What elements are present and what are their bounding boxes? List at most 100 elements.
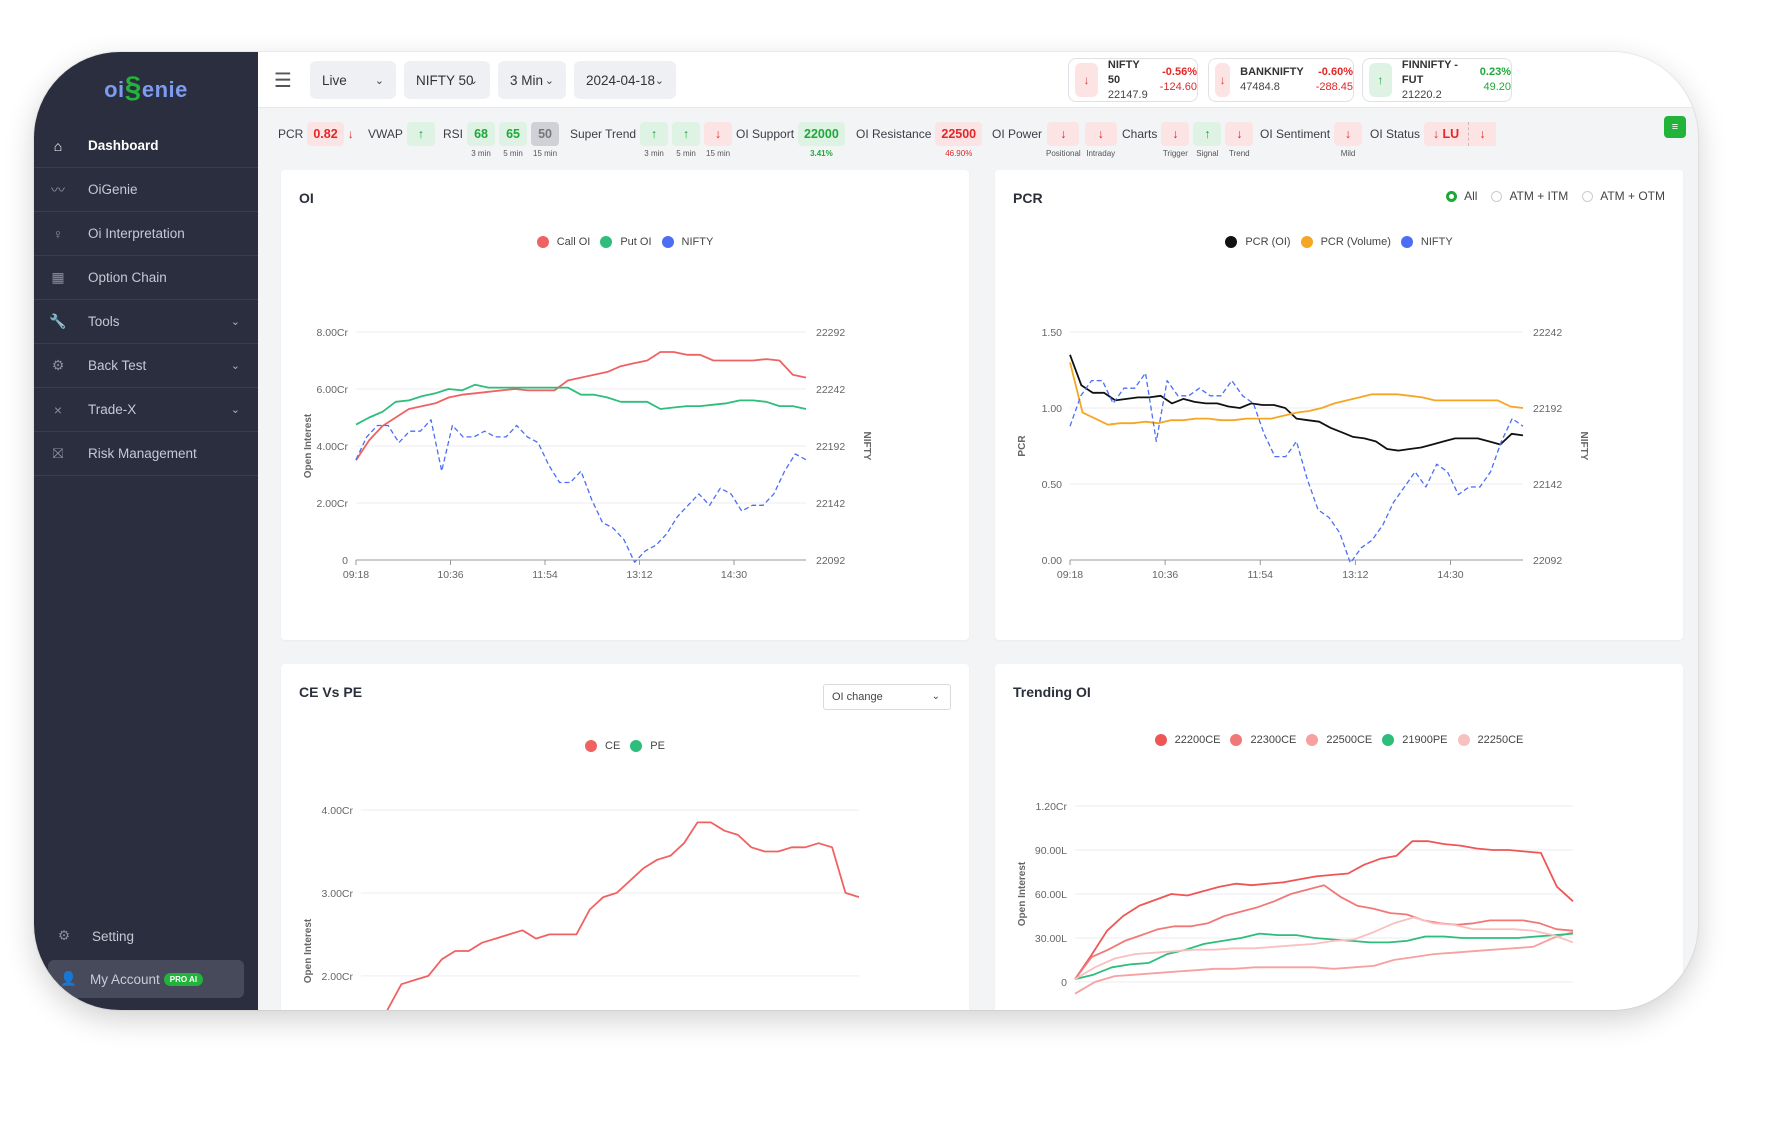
indicator-label: PCR [278, 127, 304, 141]
chevron-down-icon: ⌄ [230, 316, 240, 328]
series-line-22200ce[interactable] [1074, 840, 1574, 980]
ticker-change: -288.45 [1315, 81, 1353, 93]
ticker-card[interactable]: ↑ FINNIFTY - FUT 21220.2 0.23% 49.20 [1362, 58, 1512, 102]
y-tick-label: 2.00Cr [321, 971, 353, 983]
series-line-nifty[interactable] [355, 419, 807, 563]
sidebar-item-oigenie[interactable]: 〰 OiGenie [34, 168, 258, 212]
series-line-put-oi[interactable] [355, 383, 807, 426]
pcr-value: 0.82 [307, 122, 344, 146]
y2-tick-label: 22192 [816, 441, 845, 453]
sidebar-item-trade-x[interactable]: × Trade-X ⌄ [34, 388, 258, 432]
sidebar-item-setting[interactable]: ⚙ Setting [34, 916, 258, 956]
y2-tick-label: 22142 [816, 498, 845, 510]
logo[interactable]: oi§enie [34, 60, 258, 116]
radio-label: All [1464, 189, 1478, 203]
series-line-nifty[interactable] [1069, 372, 1524, 564]
ticker-name: BANKNIFTY [1240, 66, 1304, 78]
series-line-pcr-oi-[interactable] [1069, 354, 1524, 452]
arrow-down-icon: ↓ [1075, 63, 1098, 97]
trend-interval: 5 min [676, 149, 696, 158]
ticker-percent: 0.23% [1479, 66, 1511, 78]
charts-label: Signal [1196, 149, 1219, 158]
power-label: Positional [1046, 149, 1081, 158]
indicator-label: OI Status [1370, 127, 1421, 141]
oi-support-indicator: OI Support 22000 3.41% [736, 122, 849, 158]
filter-button[interactable]: ≡ [1664, 116, 1686, 138]
ce-vs-pe-card: CE Vs PE OI change⌄ CEPE 1.00Cr2.00Cr3.0… [281, 664, 969, 1010]
series-line-call-oi[interactable] [355, 351, 807, 461]
hamburger-menu-icon[interactable]: ☰ [274, 68, 292, 93]
sidebar-bottom: ⚙ Setting 👤 My Account PRO AI [34, 916, 258, 998]
barrier-icon: ⛝ [52, 445, 64, 461]
pcr-indicator: PCR 0.82 ↓ [278, 122, 358, 146]
indicator-label: OI Sentiment [1260, 127, 1331, 141]
sidebar-item-label: OiGenie [88, 182, 138, 197]
sidebar-item-back-test[interactable]: ⚙ Back Test ⌄ [34, 344, 258, 388]
trend-interval: 15 min [706, 149, 731, 158]
arrow-down-icon: ↓ [704, 122, 733, 146]
arrow-down-icon: ↓ [1215, 63, 1231, 97]
radio-empty-icon [1582, 190, 1594, 202]
y-tick-label: 0.00 [1042, 555, 1063, 567]
vwap-indicator: VWAP ↑ [368, 122, 439, 146]
sidebar-item-tools[interactable]: 🔧 Tools ⌄ [34, 300, 258, 344]
rsi-interval: 15 min [533, 149, 558, 158]
series-line-22300ce[interactable] [1074, 884, 1574, 980]
ticker-card[interactable]: ↓ NIFTY 50 22147.9 -0.56% -124.60 [1068, 58, 1198, 102]
arrow-up-icon: ↑ [640, 122, 669, 146]
series-line-ce[interactable] [361, 821, 860, 1010]
sidebar-item-label: Risk Management [88, 446, 197, 461]
arrow-down-icon: ↓ [1084, 122, 1117, 146]
sidebar-item-option-chain[interactable]: ▦ Option Chain [34, 256, 258, 300]
account-label: My Account [90, 971, 160, 987]
index-dropdown[interactable]: NIFTY 50 ⌄ [404, 61, 490, 99]
oi-sentiment-indicator: OI Sentiment ↓ Mild [1260, 122, 1366, 158]
interval-dropdown[interactable]: 3 Min ⌄ [498, 61, 566, 99]
chevron-down-icon: ⌄ [230, 404, 240, 416]
y-tick-label: 2.00Cr [316, 498, 348, 510]
rsi-indicator: RSI 68 3 min 65 5 min 50 15 min [443, 122, 563, 158]
y2-axis-label: NIFTY [861, 432, 872, 461]
x-tick-label: 10:36 [437, 569, 463, 581]
my-account-button[interactable]: 👤 My Account PRO AI [48, 960, 244, 998]
ticker-card[interactable]: ↓ BANKNIFTY 47484.8 -0.60% -288.45 [1208, 58, 1354, 102]
indicator-row: PCR 0.82 ↓ VWAP ↑ RSI 68 3 min 65 5 min 50… [258, 116, 1698, 170]
charts-label: Trend [1229, 149, 1250, 158]
y-tick-label: 1.50 [1042, 327, 1063, 339]
arrow-down-icon: ↓ [1047, 122, 1080, 146]
sidebar-item-label: Setting [92, 928, 135, 944]
x-tick-label: 11:54 [532, 569, 558, 581]
oi-chart: 0 2.00Cr 4.00Cr 6.00Cr 8.00Cr 22092 22142 22192… [303, 327, 872, 581]
series-line-pcr-volume-[interactable] [1069, 362, 1524, 426]
radio-atm-otm[interactable]: ATM + OTM [1582, 189, 1665, 203]
sidebar: oi§enie ⌂ Dashboard 〰 OiGenie ♀ Oi Interpr… [34, 52, 258, 1010]
radio-all[interactable]: All [1446, 189, 1477, 203]
mode-dropdown[interactable]: Live ⌄ [310, 61, 396, 99]
interval-value: 3 Min [510, 72, 544, 88]
sidebar-item-label: Dashboard [88, 138, 159, 153]
radio-empty-icon [1491, 190, 1503, 202]
pcr-chart: 0.00 0.50 1.00 1.50 22092 22142 22192 22242 NIFT… [1017, 327, 1589, 581]
x-tick-label: 14:30 [721, 569, 747, 581]
chevron-down-icon: ⌄ [654, 74, 664, 87]
arrow-up-icon: ↑ [1369, 63, 1392, 97]
series-line-22250ce[interactable] [1074, 916, 1574, 980]
x-icon: × [53, 401, 63, 418]
trending-oi-card: Trending OI 22200CE 22300CE 22500CE 21900PE… [995, 664, 1683, 1010]
radio-selected-icon [1446, 190, 1458, 202]
charts-label: Trigger [1162, 149, 1188, 158]
gear-icon: ⚙ [58, 928, 71, 943]
radio-atm-itm[interactable]: ATM + ITM [1491, 189, 1568, 203]
y-tick-label: 4.00Cr [316, 441, 348, 453]
power-label: Intraday [1086, 149, 1116, 158]
rsi-value: 50 [531, 122, 560, 146]
oi-change-select[interactable]: OI change ⌄ [823, 684, 951, 710]
sidebar-item-oi-interpretation[interactable]: ♀ Oi Interpretation [34, 212, 258, 256]
y-axis-label: Open Interest [1017, 861, 1028, 926]
indicator-label: VWAP [368, 127, 403, 141]
sidebar-item-risk-management[interactable]: ⛝ Risk Management [34, 432, 258, 476]
sidebar-item-dashboard[interactable]: ⌂ Dashboard [34, 124, 258, 168]
x-tick-label: 10:36 [1152, 569, 1178, 581]
date-dropdown[interactable]: 2024-04-18 ⌄ [574, 61, 676, 99]
series-line-21900pe[interactable] [1074, 932, 1574, 980]
